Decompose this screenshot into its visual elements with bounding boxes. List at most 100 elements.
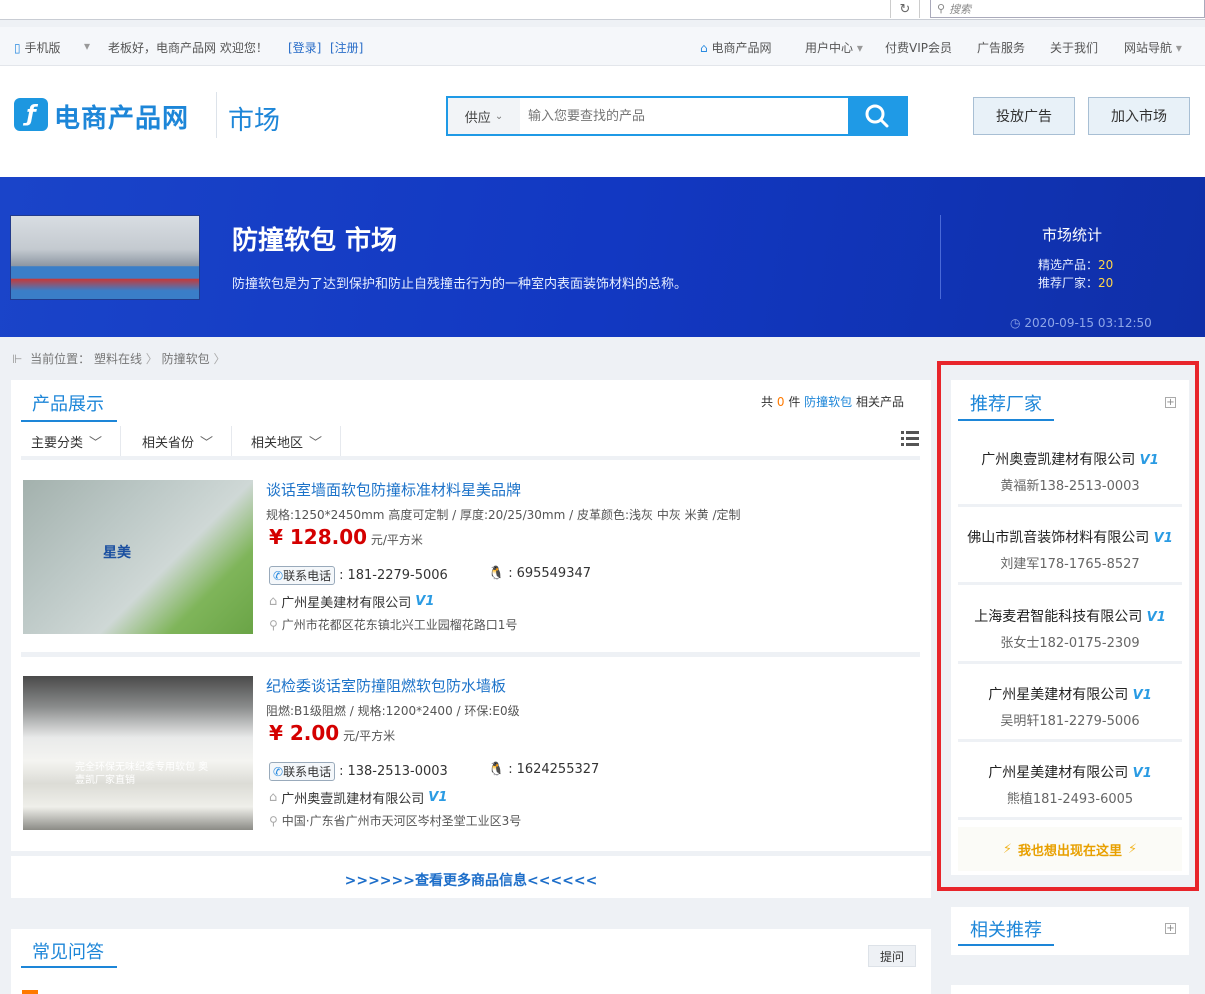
related-title: 相关推荐	[970, 920, 1042, 941]
site-nav-menu[interactable]: 网站导航 ▾	[1124, 39, 1182, 56]
breadcrumb-link[interactable]: 塑料在线	[94, 352, 142, 366]
highlight-frame	[937, 361, 1199, 891]
filter-region[interactable]: 相关地区 ﹀	[241, 426, 341, 456]
home-icon: ⌂	[700, 41, 708, 55]
mobile-link[interactable]: ▯ 手机版	[14, 39, 60, 56]
chevron-down-icon: ▾	[1175, 41, 1182, 55]
mobile-label: 手机版	[24, 41, 61, 55]
filter-label: 主要分类	[31, 435, 84, 451]
breadcrumb: ⊩ 当前位置： 塑料在线 〉 防撞软包 〉	[12, 350, 225, 367]
divider	[21, 456, 920, 460]
refresh-icon[interactable]: ↻	[890, 0, 920, 18]
user-center-label: 用户中心	[805, 41, 854, 55]
divider	[21, 652, 920, 657]
product-phone: ✆联系电话 :181-2279-5006	[269, 566, 448, 585]
chevron-down-icon[interactable]: ▾	[84, 39, 90, 53]
home-link[interactable]: ⌂ 电商产品网	[700, 39, 771, 56]
product-price: ¥ 2.00	[269, 721, 340, 745]
logo-text[interactable]: 电商产品网	[54, 98, 189, 135]
phone-label: 联系电话	[283, 569, 332, 583]
location-pin-icon: ⚲	[269, 617, 278, 632]
count-value: 0	[776, 395, 785, 409]
product-image-watermark: 完全环保无味纪委专用软包 奥壹凯厂家直销	[75, 762, 209, 786]
expand-icon[interactable]: +	[1165, 923, 1176, 934]
filter-category[interactable]: 主要分类 ﹀	[21, 426, 121, 456]
logo-divider	[216, 92, 217, 138]
browser-search-input[interactable]: ⚲ 搜索	[930, 0, 1205, 18]
market-title: 市场	[228, 106, 281, 136]
banner-title: 防撞软包 市场	[232, 226, 398, 256]
vip-badge-icon: V1	[415, 594, 435, 609]
join-market-button[interactable]: 加入市场	[1088, 97, 1190, 135]
company-name: 广州星美建材有限公司	[281, 596, 412, 611]
chevron-down-icon: ▾	[856, 41, 863, 55]
faq-panel	[11, 929, 931, 994]
search-input[interactable]	[520, 98, 850, 134]
chevron-down-icon: ﹀	[309, 435, 323, 451]
qq-number: 695549347	[516, 566, 592, 581]
product-spec: 规格:1250*2450mm 高度可定制 / 厚度:20/25/30mm / 皮…	[266, 508, 741, 522]
product-count: 共 0 件 防撞软包 相关产品	[761, 393, 904, 410]
shop-icon: ⌂	[269, 790, 278, 805]
list-view-icon[interactable]	[901, 430, 919, 448]
about-link[interactable]: 关于我们	[1050, 39, 1098, 56]
count-keyword[interactable]: 防撞软包	[804, 395, 852, 409]
search-button[interactable]	[848, 98, 906, 134]
product-company[interactable]: ⌂ 广州星美建材有限公司 V1	[269, 592, 434, 611]
count-unit: 件	[788, 395, 801, 409]
related-list	[951, 985, 1189, 994]
product-qq[interactable]: 🐧:695549347	[488, 566, 591, 581]
logo-icon[interactable]: ƒ	[14, 98, 48, 131]
product-title-link[interactable]: 谈话室墙面软包防撞标准材料星美品牌	[266, 479, 521, 500]
search-placeholder: 搜索	[949, 2, 972, 16]
product-unit: 元/平方米	[343, 729, 396, 743]
product-price-row: ¥ 2.00 元/平方米	[269, 721, 395, 745]
banner-image	[10, 215, 200, 300]
search-category-select[interactable]: 供应 ⌄	[448, 98, 520, 134]
tab-underline	[21, 966, 117, 968]
search-category-label: 供应	[464, 110, 491, 126]
faq-title: 常见问答	[32, 942, 104, 963]
stat-vendors: 推荐厂家：20	[1038, 274, 1113, 291]
stat-vendors-value: 20	[1098, 276, 1114, 290]
home-label: 电商产品网	[711, 41, 772, 55]
chevron-down-icon: ﹀	[200, 435, 214, 451]
phone-icon: ✆	[273, 569, 284, 583]
product-unit: 元/平方米	[370, 533, 423, 547]
stat-products: 精选产品：20	[1038, 256, 1113, 273]
qq-icon: 🐧	[488, 566, 505, 581]
product-image[interactable]: 星美	[23, 480, 253, 634]
product-price-row: ¥ 128.00 元/平方米	[269, 525, 423, 549]
register-link[interactable]: [注册]	[330, 39, 363, 56]
vip-link[interactable]: 付费VIP会员	[885, 39, 952, 56]
ad-service-link[interactable]: 广告服务	[977, 39, 1025, 56]
top-nav: ▯ 手机版 ▾ 老板好，电商产品网 欢迎您！ [登录] [注册] ⌂ 电商产品网…	[0, 27, 1205, 66]
filter-label: 相关省份	[142, 435, 195, 451]
post-ad-button[interactable]: 投放广告	[973, 97, 1075, 135]
phone-icon: ✆	[273, 765, 284, 779]
product-spec: 阻燃:B1级阻燃 / 规格:1200*2400 / 环保:E0级	[266, 704, 520, 718]
product-title-link[interactable]: 纪检委谈话室防撞阻燃软包防水墙板	[266, 675, 506, 696]
phone-icon: ▯	[14, 41, 21, 55]
stat-products-label: 精选产品：	[1038, 258, 1099, 272]
user-center-menu[interactable]: 用户中心 ▾	[805, 39, 863, 56]
banner-divider	[940, 215, 941, 299]
product-company[interactable]: ⌂ 广州奥壹凯建材有限公司 V1	[269, 788, 447, 807]
phone-number: 181-2279-5006	[347, 568, 448, 583]
product-qq[interactable]: 🐧:1624255327	[488, 762, 599, 777]
phone-label: 联系电话	[283, 765, 332, 779]
more-products-link[interactable]: >>>>>>查看更多商品信息<<<<<<	[11, 870, 931, 890]
company-name: 广州奥壹凯建材有限公司	[281, 792, 425, 807]
filter-province[interactable]: 相关省份 ﹀	[132, 426, 232, 456]
search-icon: ⚲	[937, 2, 946, 15]
product-image[interactable]: 完全环保无味纪委专用软包 奥壹凯厂家直销	[23, 676, 253, 830]
search-box: 供应 ⌄	[446, 96, 908, 136]
tab-underline	[958, 944, 1054, 946]
phone-tag: ✆联系电话	[269, 566, 336, 585]
ask-question-button[interactable]: 提问	[868, 945, 916, 967]
breadcrumb-link[interactable]: 防撞软包	[162, 352, 210, 366]
login-link[interactable]: [登录]	[288, 39, 321, 56]
stat-vendors-label: 推荐厂家：	[1038, 276, 1099, 290]
address-text: 广州市花都区花东镇北兴工业园榴花路口1号	[281, 618, 518, 632]
stats-timestamp: ◷ 2020-09-15 03:12:50	[1010, 316, 1152, 330]
